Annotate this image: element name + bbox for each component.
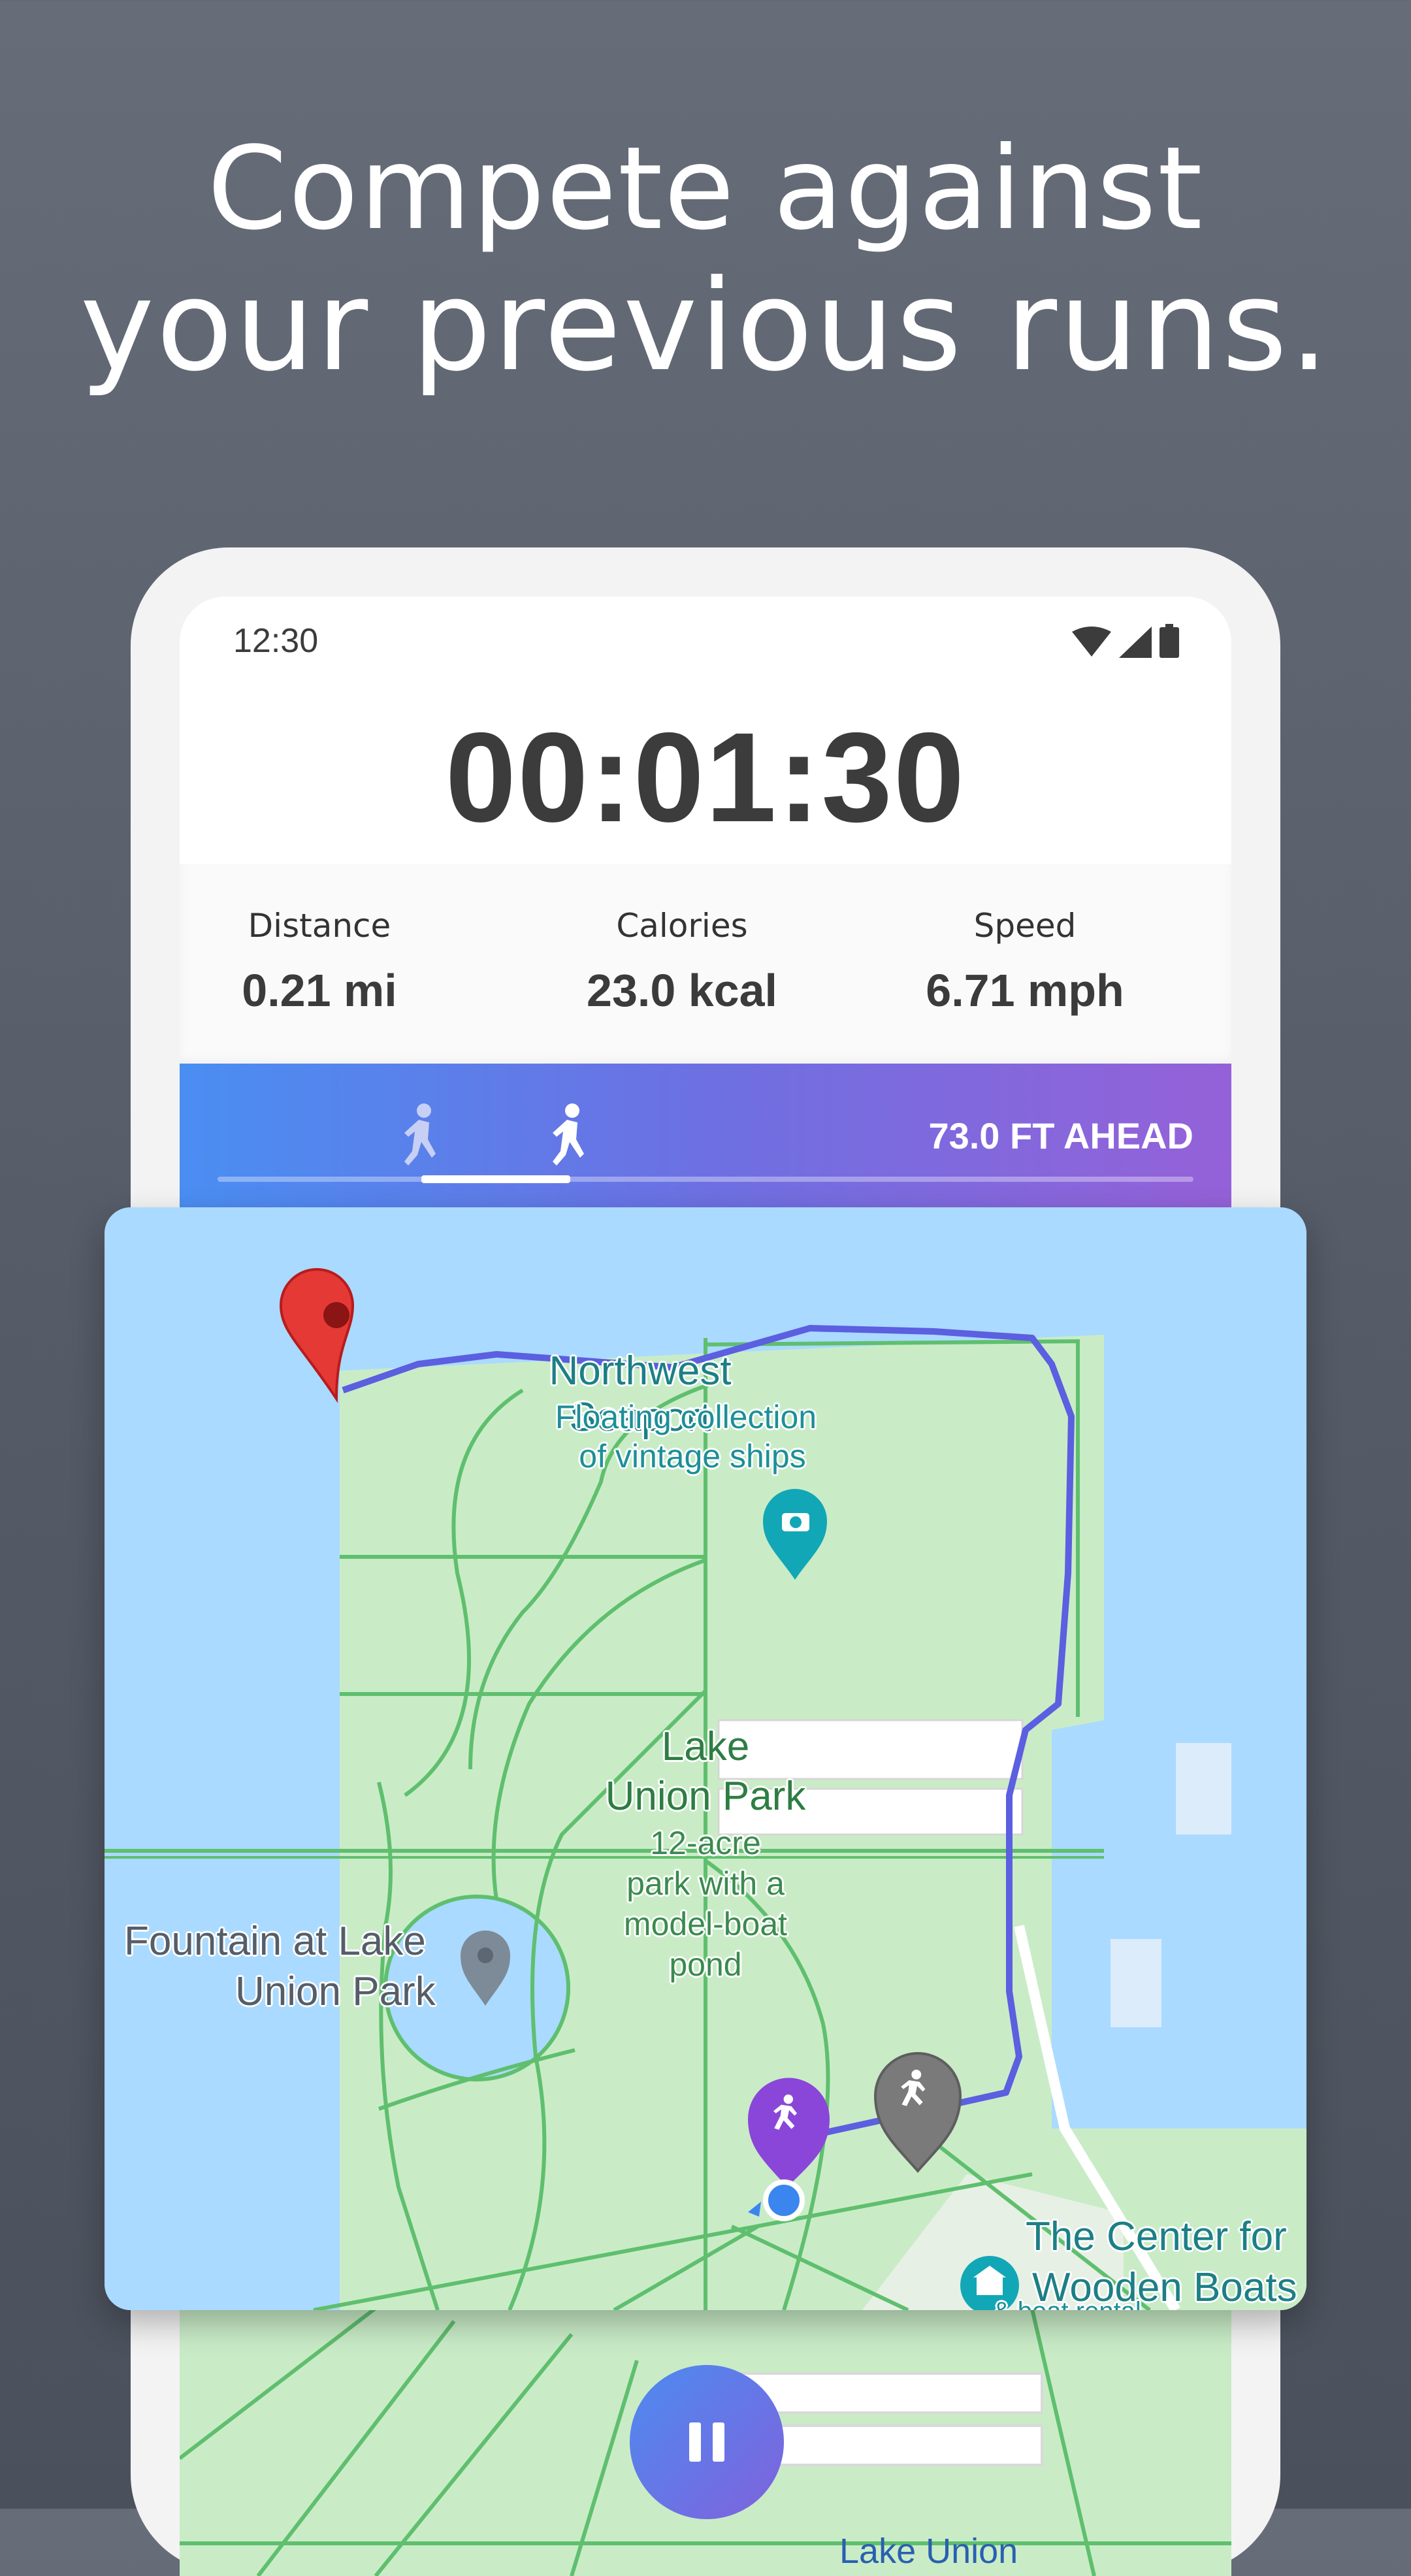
stat-calories-value: 23.0 kcal xyxy=(587,965,777,1016)
headline-line-2: your previous runs. xyxy=(80,253,1331,399)
stat-distance: Distance 0.21 mi xyxy=(189,864,450,1017)
seaport-desc-1: Floating collection xyxy=(555,1399,817,1435)
race-progress-indicator xyxy=(421,1175,570,1183)
stat-distance-value: 0.21 mi xyxy=(242,965,397,1016)
fountain-name-1[interactable]: Fountain at Lake xyxy=(124,1918,464,1965)
headline-line-1: Compete against xyxy=(207,123,1204,255)
stat-distance-label: Distance xyxy=(248,907,391,945)
stat-calories-label: Calories xyxy=(616,907,748,945)
pause-button[interactable] xyxy=(630,2365,784,2519)
ghost-runner-icon xyxy=(404,1103,436,1166)
ghost-status: 73.0 FT AHEAD xyxy=(928,1115,1193,1156)
park-name-1[interactable]: Lake xyxy=(608,1723,803,1770)
fountain-name-2[interactable]: Union Park xyxy=(235,1968,470,2015)
park-desc-3: model-boat xyxy=(623,1906,788,1942)
current-location-dot xyxy=(763,2179,805,2221)
park-name-2[interactable]: Union Park xyxy=(575,1773,836,1819)
park-desc-4: pond xyxy=(669,1946,742,1983)
pause-icon-bar xyxy=(713,2422,724,2462)
race-progress-track xyxy=(218,1177,1193,1182)
pause-icon xyxy=(689,2422,701,2462)
seaport-desc-2: of vintage ships xyxy=(579,1438,806,1475)
stat-speed-value: 6.71 mph xyxy=(926,965,1124,1016)
lake-union-label: Lake Union xyxy=(839,2532,1018,2571)
status-time: 12:30 xyxy=(233,622,319,660)
signal-icon xyxy=(1119,627,1152,658)
stat-calories: Calories 23.0 kcal xyxy=(551,864,813,1017)
current-runner-icon xyxy=(553,1103,584,1166)
status-icons xyxy=(1072,624,1179,658)
stat-speed-label: Speed xyxy=(973,907,1077,945)
run-timer: 00:01:30 xyxy=(445,706,966,849)
battery-icon xyxy=(1160,624,1179,658)
wifi-icon xyxy=(1072,627,1111,657)
ghost-race-bar: 73.0 FT AHEAD xyxy=(180,1064,1231,1207)
park-desc-1: 12-acre xyxy=(650,1825,761,1861)
center-name-1[interactable]: The Center for xyxy=(1026,2213,1306,2260)
headline: Compete against your previous runs. xyxy=(0,124,1411,399)
stat-speed: Speed 6.71 mph xyxy=(894,864,1156,1017)
center-desc: & boat rental xyxy=(993,2297,1189,2310)
route-map[interactable]: Northwest Seaport Floating collection of… xyxy=(105,1207,1306,2310)
stats-bar: Distance 0.21 mi Calories 23.0 kcal Spee… xyxy=(180,864,1231,1064)
park-desc-2: park with a xyxy=(626,1865,785,1902)
